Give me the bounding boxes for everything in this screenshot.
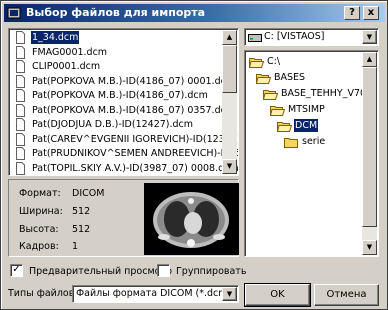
file-list-item[interactable]: 1_34.dcm [29,30,81,45]
file-list-item[interactable]: Pat(PRUDNIKOV^SEMEN ANDREEVICH)-ID(5889 [31,147,238,160]
tree-item-label: serie [302,136,326,147]
file-icon [16,118,25,131]
folder-closed-icon [284,138,298,148]
tree-item-label: C:\ [267,56,281,67]
file-icon [16,89,25,102]
folder-open-icon [263,90,278,100]
group-label: Группировать [176,266,247,277]
close-button[interactable]: x [363,6,379,20]
file-icon [16,103,25,117]
frames-label: Кадров: [19,241,59,252]
drive-select[interactable]: C: [VISTAOS] ▼ [244,28,379,46]
file-list-item[interactable]: Pat(TOPIL.SKIY A.V.)-ID(3987_07) 0008.dc… [31,162,238,175]
filetypes-dropdown-arrow[interactable]: ▼ [222,287,237,301]
tree-scroll-down-button[interactable]: ▼ [362,240,377,255]
app-icon [7,7,21,19]
filetypes-select[interactable]: Файлы формата DICOM (*.dcm) ▼ [72,285,239,303]
file-list-item[interactable]: CLIP0001.dcm [31,60,101,73]
folder-open-icon [277,122,292,132]
tree-item-label: MTSIMP [288,104,325,115]
tree-scroll-up-button[interactable]: ▲ [362,52,377,67]
folder-open-icon [249,58,264,68]
file-list-item[interactable]: Pat(POPKOVA M.B.)-ID(4186_07).dcm [31,89,209,102]
frames-value: 1 [72,241,79,252]
import-dialog: Выбор файлов для импорта ? x 1_34.dcm FMA… [0,0,388,310]
file-icon [16,31,25,44]
preview-checkbox[interactable]: ✓ [10,264,23,277]
folder-open-icon [256,74,271,84]
preview-label: Предварительный просмотр [29,266,172,277]
folder-tree[interactable]: C:\ BASES BASE_TEHHY_V700 MTSIMP DCM serie ▲ … [244,50,379,257]
file-icon [16,147,25,160]
scroll-thumb[interactable] [222,45,237,93]
drive-dropdown-arrow[interactable]: ▼ [362,30,377,44]
file-info-panel: Формат: DICOM Ширина: 512 Высота: 512 Ка… [8,179,239,257]
file-icon [16,74,25,88]
ct-preview-image [144,183,239,255]
width-label: Ширина: [19,206,63,217]
cancel-button[interactable]: Отмена [314,284,379,306]
window-title: Выбор файлов для импорта [26,6,206,19]
file-list-item[interactable]: FMAG0001.dcm [31,46,108,59]
file-icon [16,45,25,59]
tree-item-label: DCM [294,119,319,132]
file-icon [16,60,25,73]
file-list-item[interactable]: Pat(CAREV^EVGENII IGOREVICH)-ID(12364) 0… [31,133,238,146]
scroll-down-button[interactable]: ▼ [222,159,237,174]
tree-item-label: BASE_TEHHY_V700 [281,88,373,99]
title-bar[interactable]: Выбор файлов для импорта ? x [4,4,385,22]
height-label: Высота: [19,224,59,235]
drive-icon [248,34,262,42]
filetypes-label: Типы файлов: [8,288,78,299]
file-list-scrollbar[interactable]: ▲ ▼ [222,30,237,174]
group-checkbox[interactable] [157,264,170,277]
file-list-item[interactable]: Pat(POPKOVA M.B.)-ID(4186_07) 0001.dcm [31,75,236,88]
help-button[interactable]: ? [344,6,360,20]
drive-value: C: [VISTAOS] [264,31,325,42]
file-list-item[interactable]: Pat(POPKOVA M.B.)-ID(4186_07) 0357.dcm [31,104,236,117]
file-list-item[interactable]: Pat(DJODJUA D.B.)-ID(12427).dcm [31,118,194,131]
tree-item-label: BASES [274,72,306,83]
height-value: 512 [72,224,91,235]
format-value: DICOM [72,188,105,199]
file-list[interactable]: 1_34.dcm FMAG0001.dcm CLIP0001.dcm Pat(POPK… [8,28,239,176]
folder-tree-scrollbar[interactable]: ▲ ▼ [362,52,377,255]
folder-open-icon [270,106,285,116]
ok-button[interactable]: OK [244,283,311,307]
filetypes-value: Файлы формата DICOM (*.dcm) [76,288,232,299]
file-icon [16,161,25,175]
tree-scroll-thumb[interactable] [362,67,377,227]
format-label: Формат: [19,188,61,199]
width-value: 512 [72,206,91,217]
file-icon [16,132,25,146]
scroll-up-button[interactable]: ▲ [222,30,237,45]
